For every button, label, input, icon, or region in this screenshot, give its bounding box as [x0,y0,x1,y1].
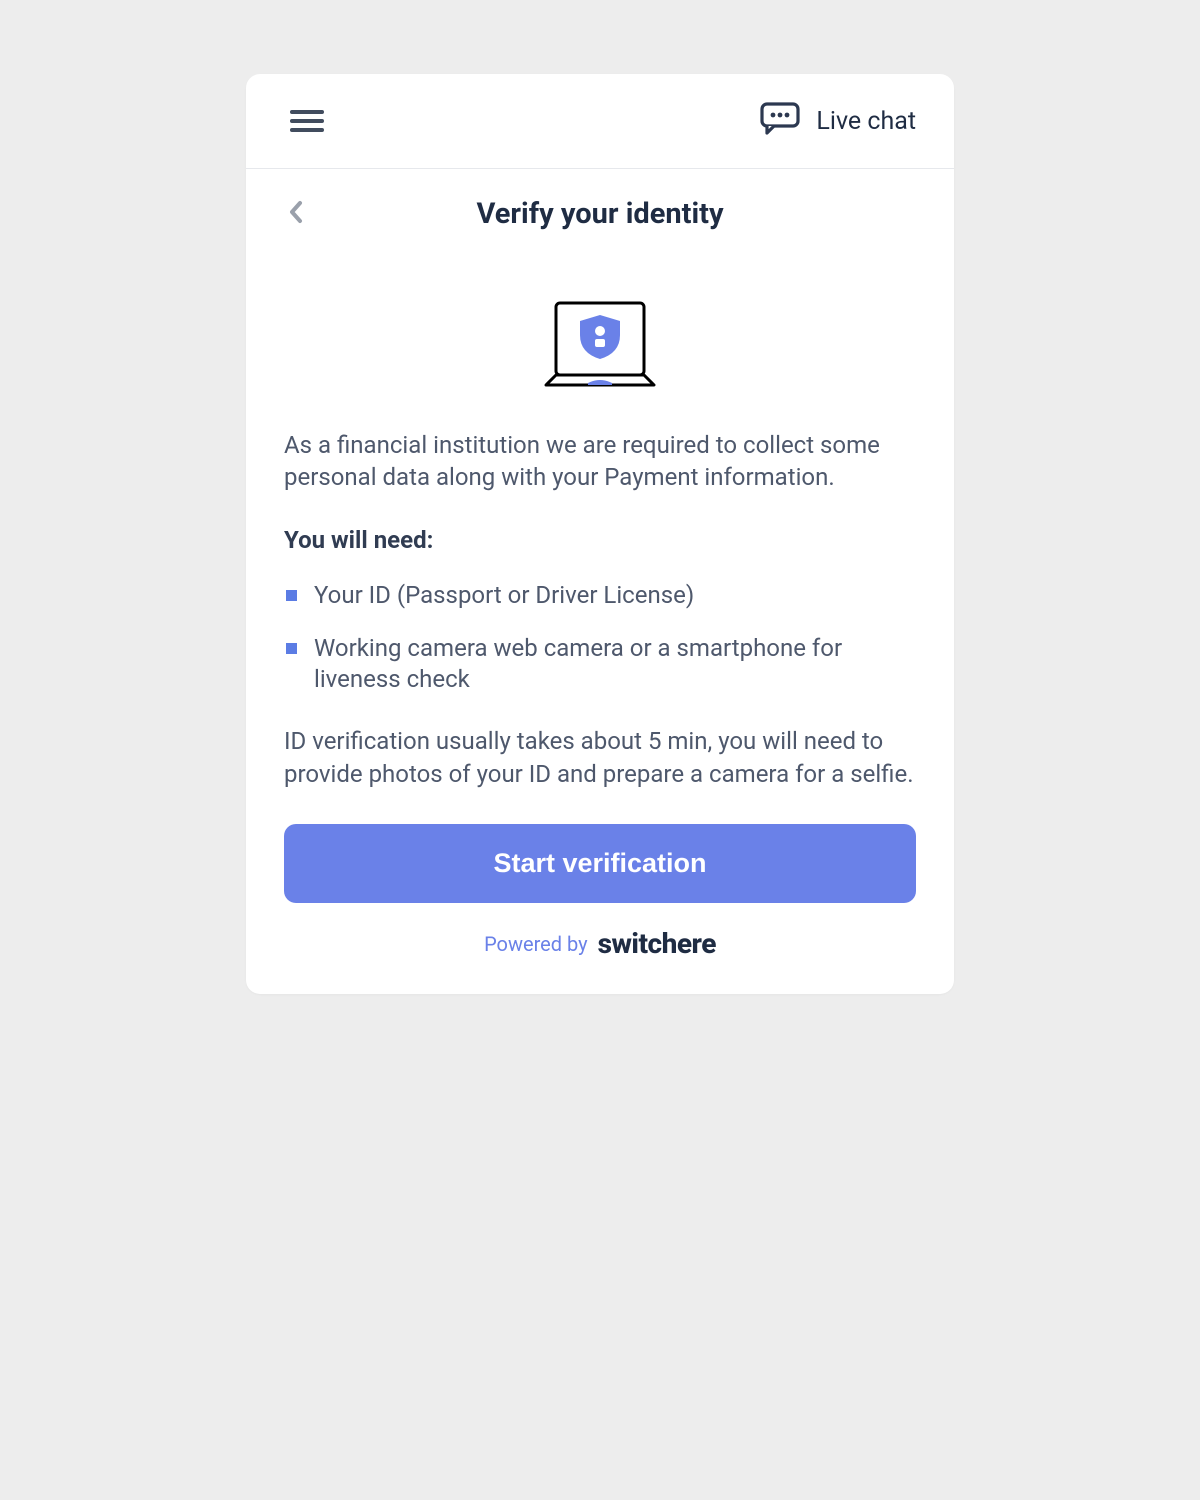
back-button[interactable] [288,200,304,228]
chat-icon [760,102,800,140]
body-content: As a financial institution we are requir… [246,429,954,994]
card-header: Live chat [246,74,954,169]
list-item: Working camera web camera or a smartphon… [284,633,916,695]
laptop-shield-icon [544,301,656,389]
start-verification-button[interactable]: Start verification [284,824,916,903]
chevron-left-icon [288,200,304,224]
brand-name: switchere [598,927,716,960]
intro-text: As a financial institution we are requir… [284,429,916,494]
note-text: ID verification usually takes about 5 mi… [284,725,916,790]
page-title: Verify your identity [284,197,916,231]
need-list: Your ID (Passport or Driver License) Wor… [284,580,916,696]
live-chat-label: Live chat [816,107,916,136]
powered-by: Powered by switchere [284,903,916,960]
need-heading: You will need: [284,526,916,554]
menu-icon[interactable] [290,110,324,132]
identity-illustration [246,241,954,429]
list-item: Your ID (Passport or Driver License) [284,580,916,611]
verification-card: Live chat Verify your identity As a fina… [246,74,954,994]
content-header: Verify your identity [246,169,954,241]
live-chat-button[interactable]: Live chat [760,102,916,140]
powered-by-label: Powered by [484,932,588,956]
